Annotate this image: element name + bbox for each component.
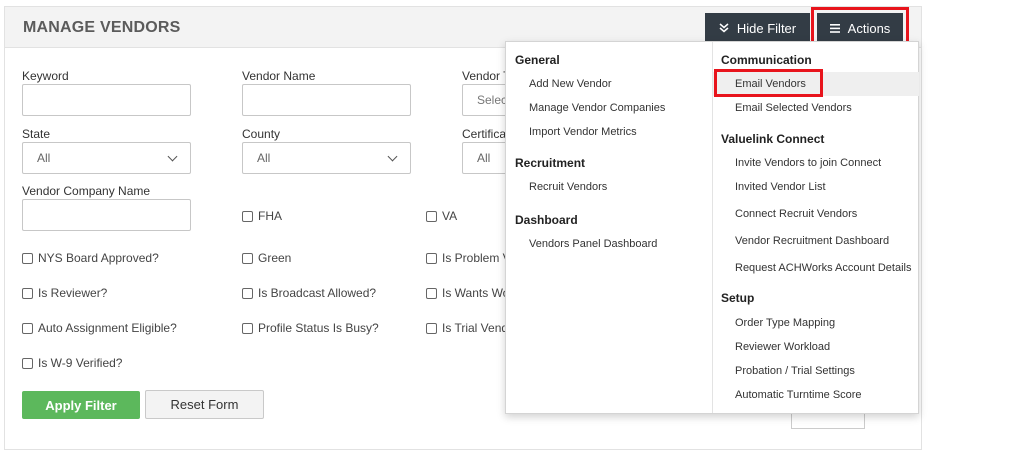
- county-label: County: [242, 127, 281, 141]
- is-reviewer-checkbox[interactable]: Is Reviewer?: [22, 286, 107, 300]
- menu-item-add-new-vendor[interactable]: Add New Vendor: [529, 78, 612, 90]
- vendor-name-input[interactable]: [242, 84, 411, 116]
- state-select[interactable]: All: [22, 142, 191, 174]
- actions-button[interactable]: Actions: [817, 13, 903, 43]
- page-title: MANAGE VENDORS: [23, 19, 181, 36]
- fha-checkbox[interactable]: FHA: [242, 209, 282, 223]
- hide-filter-button[interactable]: Hide Filter: [705, 13, 810, 43]
- menu-item-invited-vendor-list[interactable]: Invited Vendor List: [735, 181, 826, 193]
- menu-item-connect-recruit-vendors[interactable]: Connect Recruit Vendors: [735, 208, 857, 220]
- double-chevron-down-icon: [719, 23, 729, 33]
- keyword-label: Keyword: [22, 69, 69, 83]
- checkbox-box[interactable]: [242, 252, 253, 264]
- hamburger-menu-icon: [829, 23, 840, 33]
- vendor-type-label: Vendor T: [462, 69, 511, 83]
- checkbox-label: Green: [258, 251, 292, 265]
- profile-busy-checkbox[interactable]: Profile Status Is Busy?: [242, 321, 379, 335]
- checkbox-box[interactable]: [22, 287, 33, 299]
- actions-dropdown-menu: General Add New Vendor Manage Vendor Com…: [505, 41, 919, 414]
- menu-item-probation-trial-settings[interactable]: Probation / Trial Settings: [735, 365, 855, 377]
- checkbox-box[interactable]: [242, 210, 253, 222]
- wants-work-checkbox[interactable]: Is Wants Wo: [426, 286, 509, 300]
- checkbox-label: Profile Status Is Busy?: [258, 321, 379, 335]
- checkbox-box[interactable]: [426, 210, 437, 222]
- vendor-company-input[interactable]: [22, 199, 191, 231]
- checkbox-label: VA: [442, 209, 458, 223]
- checkbox-label: NYS Board Approved?: [38, 251, 159, 265]
- keyword-input[interactable]: [22, 84, 191, 116]
- checkbox-label: Is Wants Wo: [442, 286, 510, 300]
- menu-item-import-vendor-metrics[interactable]: Import Vendor Metrics: [529, 126, 637, 138]
- menu-item-reviewer-workload[interactable]: Reviewer Workload: [735, 341, 830, 353]
- apply-filter-button[interactable]: Apply Filter: [22, 391, 140, 419]
- menu-item-email-selected-vendors[interactable]: Email Selected Vendors: [735, 102, 852, 114]
- chevron-down-icon: [387, 151, 398, 161]
- w9-verified-checkbox[interactable]: Is W-9 Verified?: [22, 356, 122, 370]
- nys-board-approved-checkbox[interactable]: NYS Board Approved?: [22, 251, 159, 265]
- checkbox-box[interactable]: [426, 287, 437, 299]
- state-label: State: [22, 127, 51, 141]
- menu-heading-setup: Setup: [721, 291, 755, 305]
- menu-heading-general: General: [515, 53, 560, 67]
- checkbox-box[interactable]: [426, 252, 437, 264]
- menu-item-vendors-panel-dashboard[interactable]: Vendors Panel Dashboard: [529, 238, 657, 250]
- county-select[interactable]: All: [242, 142, 411, 174]
- menu-item-invite-vendors-connect[interactable]: Invite Vendors to join Connect: [735, 157, 881, 169]
- menu-heading-recruitment: Recruitment: [515, 156, 586, 170]
- menu-item-manage-vendor-companies[interactable]: Manage Vendor Companies: [529, 102, 665, 114]
- green-checkbox[interactable]: Green: [242, 251, 291, 265]
- reset-form-button[interactable]: Reset Form: [145, 390, 264, 419]
- menu-heading-communication: Communication: [721, 53, 812, 67]
- checkbox-label: Auto Assignment Eligible?: [38, 321, 177, 335]
- certification-label: Certifica: [462, 127, 507, 141]
- checkbox-label: Is Broadcast Allowed?: [258, 286, 377, 300]
- checkbox-box[interactable]: [426, 322, 437, 334]
- vendor-name-label: Vendor Name: [242, 69, 316, 83]
- checkbox-label: Is W-9 Verified?: [38, 356, 123, 370]
- trial-vendor-checkbox[interactable]: Is Trial Vend: [426, 321, 508, 335]
- checkbox-box[interactable]: [242, 287, 253, 299]
- certification-value: All: [477, 151, 491, 165]
- checkbox-label: Is Reviewer?: [38, 286, 108, 300]
- chevron-down-icon: [167, 151, 178, 161]
- menu-item-order-type-mapping[interactable]: Order Type Mapping: [735, 317, 835, 329]
- checkbox-label: Is Problem V: [442, 251, 511, 265]
- checkbox-box[interactable]: [22, 357, 33, 369]
- auto-assignment-checkbox[interactable]: Auto Assignment Eligible?: [22, 321, 177, 335]
- checkbox-label: FHA: [258, 209, 282, 223]
- vendor-type-placeholder: Selec: [477, 93, 508, 107]
- menu-heading-valuelink-connect: Valuelink Connect: [721, 132, 825, 146]
- va-checkbox[interactable]: VA: [426, 209, 457, 223]
- is-problem-checkbox[interactable]: Is Problem V: [426, 251, 511, 265]
- email-vendors-highlight-box: [714, 69, 823, 97]
- checkbox-label: Is Trial Vend: [442, 321, 509, 335]
- checkbox-box[interactable]: [242, 322, 253, 334]
- county-value: All: [257, 151, 271, 165]
- actions-label: Actions: [847, 20, 891, 36]
- state-value: All: [37, 151, 51, 165]
- checkbox-box[interactable]: [22, 322, 33, 334]
- broadcast-allowed-checkbox[interactable]: Is Broadcast Allowed?: [242, 286, 376, 300]
- checkbox-box[interactable]: [22, 252, 33, 264]
- column-divider: [712, 42, 713, 413]
- menu-item-request-achworks[interactable]: Request ACHWorks Account Details: [735, 262, 911, 274]
- hide-filter-label: Hide Filter: [736, 20, 797, 36]
- vendor-company-label: Vendor Company Name: [22, 184, 151, 198]
- menu-item-vendor-recruitment-dashboard[interactable]: Vendor Recruitment Dashboard: [735, 235, 889, 247]
- menu-heading-dashboard: Dashboard: [515, 213, 578, 227]
- menu-item-recruit-vendors[interactable]: Recruit Vendors: [529, 181, 607, 193]
- menu-item-automatic-turntime-score[interactable]: Automatic Turntime Score: [735, 389, 862, 401]
